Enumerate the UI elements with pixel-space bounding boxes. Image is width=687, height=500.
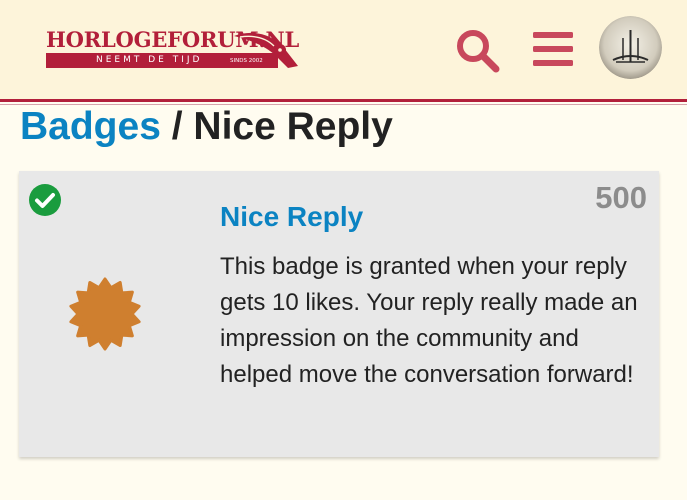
hamburger-menu-icon[interactable] [530, 26, 576, 72]
logo-tagline: NEEMT DE TIJD [96, 55, 203, 65]
site-header: HORLOGEFORUM.NL NEEMT DE TIJD SINDS 2002 [0, 0, 687, 99]
user-avatar[interactable] [599, 16, 662, 79]
check-circle-icon [29, 184, 61, 216]
breadcrumb-badges-link[interactable]: Badges [20, 105, 161, 148]
avatar-image [599, 16, 662, 79]
badge-title[interactable]: Nice Reply [220, 199, 363, 235]
badge-star-icon [69, 277, 141, 351]
breadcrumb: Badges / Nice Reply [20, 104, 393, 150]
search-icon[interactable] [452, 25, 502, 75]
grant-count: 500 [595, 180, 647, 215]
breadcrumb-separator: / [160, 105, 194, 148]
badge-card: 500 Nice Reply This badge is granted whe… [19, 171, 659, 457]
badge-star-shape [69, 277, 141, 351]
site-logo[interactable]: HORLOGEFORUM.NL NEEMT DE TIJD SINDS 2002 [46, 26, 299, 74]
badge-description: This badge is granted when your reply ge… [220, 253, 638, 388]
breadcrumb-current: Nice Reply [193, 105, 393, 148]
clock-hand-logo-icon [234, 32, 298, 68]
